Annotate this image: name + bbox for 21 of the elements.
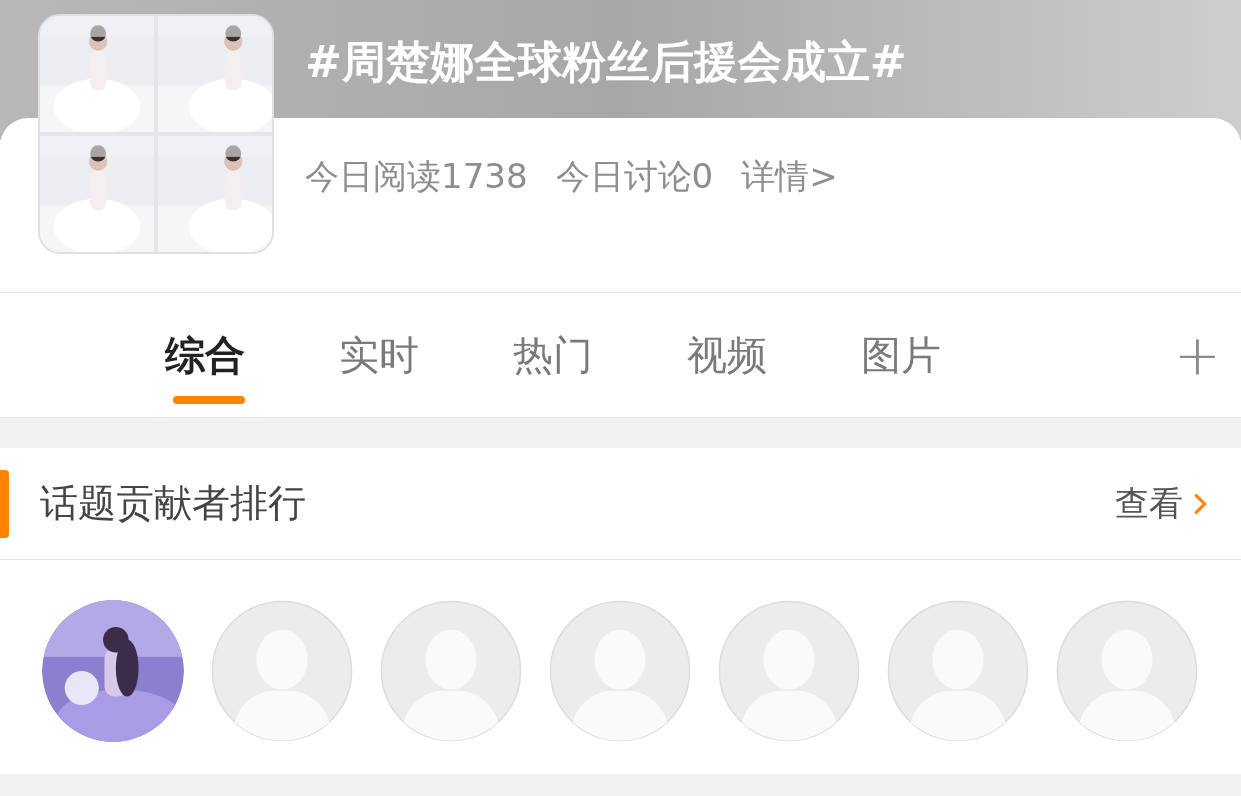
section-title: 话题贡献者排行 <box>40 480 306 527</box>
tab[interactable]: 综合 <box>165 330 339 380</box>
add-tab-button[interactable]: + <box>1174 327 1221 383</box>
tab[interactable]: 实时 <box>339 330 513 380</box>
avatar-placeholder-icon[interactable] <box>887 600 1029 742</box>
tab[interactable]: 视频 <box>687 330 861 380</box>
details-link[interactable]: 详情> <box>741 154 838 292</box>
stat-text: 今日阅读1738 <box>305 155 528 198</box>
chevron-right-icon <box>1193 491 1207 516</box>
tab[interactable]: 图片 <box>861 330 1035 380</box>
avatar-placeholder-icon[interactable] <box>1056 600 1198 742</box>
tab-indicator <box>173 396 245 404</box>
avatar-placeholder-icon[interactable] <box>718 600 860 742</box>
tab[interactable]: 热门 <box>513 330 687 380</box>
stat-text: 今日讨论0 <box>555 155 714 198</box>
avatar-placeholder-icon[interactable] <box>380 600 522 742</box>
topic-title: #周楚娜全球粉丝后援会成立# <box>305 36 908 88</box>
avatar-placeholder-icon[interactable] <box>549 600 691 742</box>
view-link[interactable]: 查看 <box>1115 478 1207 529</box>
avatar-placeholder-icon[interactable] <box>211 600 353 742</box>
accent-bar <box>0 470 9 538</box>
